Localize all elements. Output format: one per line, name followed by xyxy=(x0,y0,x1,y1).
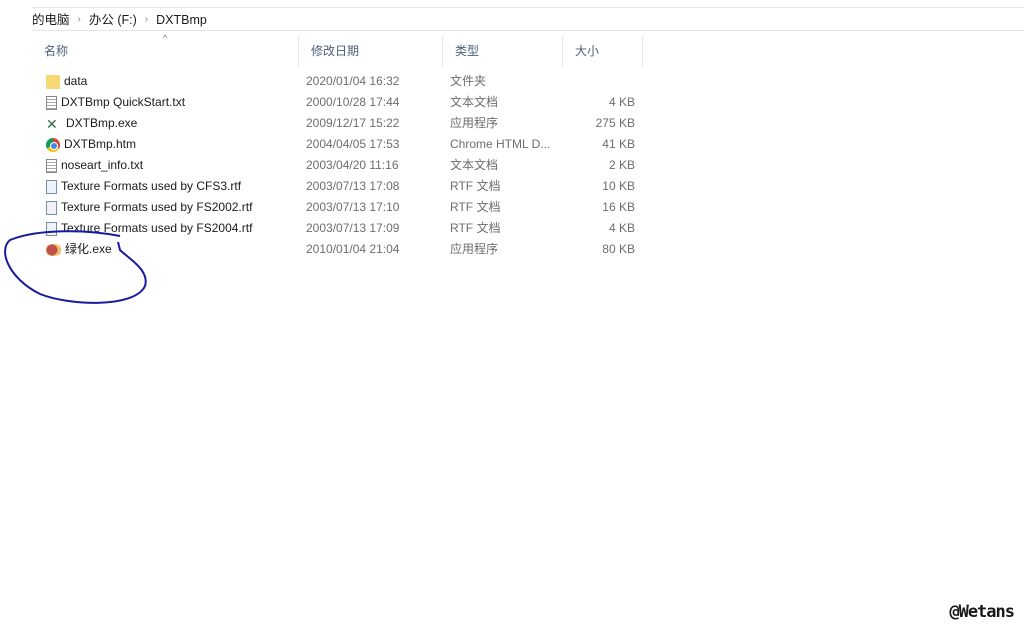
file-type: 应用程序 xyxy=(450,242,499,256)
file-date: 2004/04/05 17:53 xyxy=(306,137,400,151)
file-type: 文件夹 xyxy=(450,74,487,88)
file-date: 2003/07/13 17:08 xyxy=(306,179,400,193)
file-type: RTF 文档 xyxy=(450,200,501,214)
file-date: 2003/04/20 11:16 xyxy=(306,158,399,172)
file-type: 文本文档 xyxy=(450,95,499,109)
rtf-icon xyxy=(46,200,57,215)
chevron-right-icon[interactable]: › xyxy=(145,11,148,29)
file-date: 2009/12/17 15:22 xyxy=(306,116,400,130)
file-size: 4 KB xyxy=(608,95,635,109)
file-name-cell: data xyxy=(32,71,299,92)
file-row[interactable]: DXTBmp.htm 2004/04/05 17:53 Chrome HTML … xyxy=(32,134,635,155)
file-row[interactable]: ✕ DXTBmp.exe 2009/12/17 15:22 应用程序 275 KB xyxy=(32,113,635,134)
file-size: 275 KB xyxy=(595,116,635,130)
file-size: 80 KB xyxy=(602,242,635,256)
file-date: 2003/07/13 17:09 xyxy=(306,221,400,235)
file-size: 2 KB xyxy=(608,158,635,172)
text-file-icon xyxy=(46,95,57,110)
file-size: 10 KB xyxy=(602,179,635,193)
file-row[interactable]: Texture Formats used by CFS3.rtf 2003/07… xyxy=(32,176,635,197)
file-name: noseart_info.txt xyxy=(61,158,144,172)
file-name: DXTBmp.exe xyxy=(66,116,138,130)
file-row[interactable]: noseart_info.txt 2003/04/20 11:16 文本文档 2… xyxy=(32,155,635,176)
breadcrumb-folder[interactable]: DXTBmp xyxy=(156,11,207,29)
file-name: Texture Formats used by CFS3.rtf xyxy=(61,179,242,193)
file-size: 16 KB xyxy=(602,200,635,214)
file-date: 2020/01/04 16:32 xyxy=(306,74,400,88)
column-header: 名称 修改日期 类型 大小 xyxy=(32,36,643,66)
file-name: Texture Formats used by FS2002.rtf xyxy=(61,200,253,214)
file-type: RTF 文档 xyxy=(450,221,501,235)
folder-icon xyxy=(46,74,60,89)
file-row[interactable]: DXTBmp QuickStart.txt 2000/10/28 17:44 文… xyxy=(32,92,635,113)
file-date: 2003/07/13 17:10 xyxy=(306,200,400,214)
file-size: 41 KB xyxy=(602,137,635,151)
column-type[interactable]: 类型 xyxy=(443,36,563,66)
text-file-icon xyxy=(46,158,57,173)
exe-icon: ✕ xyxy=(46,115,58,132)
file-name-cell: Texture Formats used by FS2002.rtf xyxy=(32,197,299,218)
file-type: Chrome HTML D... xyxy=(450,137,551,151)
rtf-icon xyxy=(46,179,57,194)
file-size: 4 KB xyxy=(608,221,635,235)
file-date: 2010/01/04 21:04 xyxy=(306,242,400,256)
file-name-cell: Texture Formats used by CFS3.rtf xyxy=(32,176,299,197)
file-date: 2000/10/28 17:44 xyxy=(306,95,400,109)
file-type: 文本文档 xyxy=(450,158,499,172)
column-date[interactable]: 修改日期 xyxy=(299,36,443,66)
top-divider xyxy=(32,7,1024,8)
file-name-cell: DXTBmp.htm xyxy=(32,134,299,155)
file-type: 应用程序 xyxy=(450,116,499,130)
file-size xyxy=(563,71,635,92)
hand-drawn-circle-annotation xyxy=(4,230,147,304)
file-row[interactable]: Texture Formats used by FS2002.rtf 2003/… xyxy=(32,197,635,218)
file-name-cell: DXTBmp QuickStart.txt xyxy=(32,92,299,113)
file-name: DXTBmp QuickStart.txt xyxy=(61,95,186,109)
chevron-right-icon[interactable]: › xyxy=(78,11,81,29)
file-name-cell: ✕ DXTBmp.exe xyxy=(32,113,299,134)
watermark: @Wetans xyxy=(949,602,1015,622)
column-size[interactable]: 大小 xyxy=(563,36,643,66)
breadcrumb-drive[interactable]: 办公 (F:) xyxy=(89,11,137,29)
breadcrumb-this-pc[interactable]: 的电脑 xyxy=(32,11,70,29)
file-type: RTF 文档 xyxy=(450,179,501,193)
chrome-icon xyxy=(46,137,60,152)
column-name[interactable]: 名称 xyxy=(32,36,299,66)
file-name-cell: noseart_info.txt xyxy=(32,155,299,176)
file-name: DXTBmp.htm xyxy=(64,137,137,151)
file-row[interactable]: data 2020/01/04 16:32 文件夹 xyxy=(32,71,635,92)
breadcrumb: 的电脑 › 办公 (F:) › DXTBmp xyxy=(32,10,1024,31)
file-name: data xyxy=(64,74,88,88)
